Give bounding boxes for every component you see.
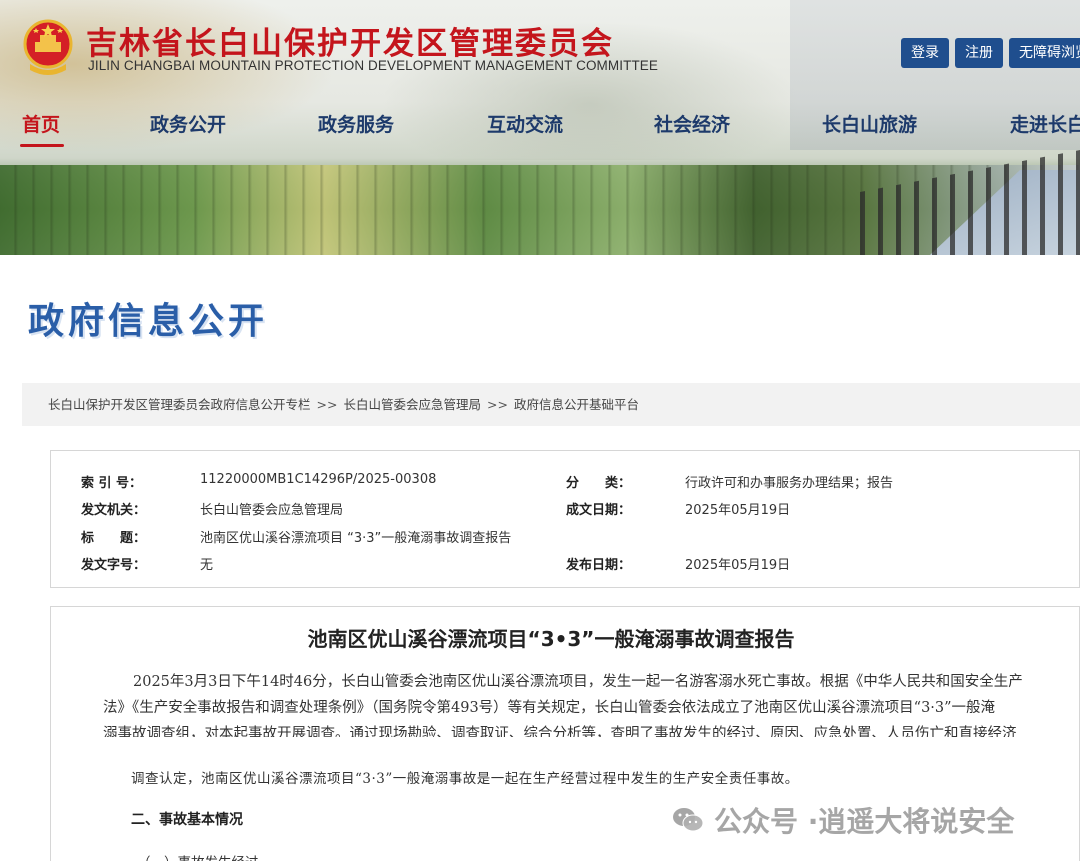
watermark-account-name: 逍遥大将说安全: [818, 805, 1015, 838]
nav-item-economy[interactable]: 社会经济: [654, 110, 730, 137]
published-date-value: 2025年05月19日: [685, 558, 791, 573]
section-heading: 二、事故基本情况: [131, 812, 243, 828]
subsection-heading: （一）事故发生经过: [137, 851, 259, 861]
paragraph-line: 2025年3月3日下午14时46分，长白山管委会池南区优山溪谷漂流项目，发生一起…: [133, 674, 1023, 690]
page-section-title: 政府信息公开: [28, 301, 269, 342]
wechat-watermark: 公众号 · 逍遥大将说安全: [672, 800, 1014, 840]
wechat-icon: [673, 808, 704, 832]
nav-active-indicator: [20, 144, 64, 147]
breadcrumb-separator: >>: [316, 397, 338, 412]
breadcrumb-separator: >>: [486, 397, 508, 412]
nav-item-gov-affairs[interactable]: 政务公开: [150, 110, 226, 137]
main-nav: 首页 政务公开 政务服务 互动交流 社会经济 长白山旅游 走进长白山: [0, 110, 1080, 150]
index-number-value: 11220000MB1C14296P/2025-00308: [200, 472, 437, 487]
nav-item-interaction[interactable]: 互动交流: [487, 110, 563, 137]
breadcrumb-link-bureau[interactable]: 长白山管委会应急管理局: [343, 397, 481, 412]
doc-number-label: 发文字号：: [81, 558, 147, 573]
site-subtitle: JILIN CHANGBAI MOUNTAIN PROTECTION DEVEL…: [88, 58, 659, 73]
accessibility-button[interactable]: 无障碍浏览: [1009, 38, 1080, 68]
doc-title-label: 标 题：: [81, 531, 147, 546]
created-date-label: 成文日期：: [566, 503, 632, 518]
nav-item-tourism[interactable]: 长白山旅游: [822, 110, 917, 137]
paragraph-line-clipped: 溺事故调查组，对本起事故开展调查。通过现场勘验、调查取证、综合分析等，查明了事故…: [103, 726, 1017, 737]
breadcrumb-link-platform[interactable]: 政府信息公开基础平台: [514, 397, 639, 412]
doc-number-value: 无: [200, 558, 214, 573]
top-button-group: 登录 注册 无障碍浏览: [901, 38, 1080, 68]
article-paragraph: 2025年3月3日下午14时46分，长白山管委会池南区优山溪谷漂流项目，发生一起…: [103, 669, 1033, 737]
issuer-value: 长白山管委会应急管理局: [200, 503, 344, 518]
register-button[interactable]: 注册: [955, 38, 1003, 68]
doc-title-value: 池南区优山溪谷漂流项目 “3·3”一般淹溺事故调查报告: [200, 531, 512, 546]
paragraph-line: 法》《生产安全事故报告和调查处理条例》（国务院令第493号）等有关规定，长白山管…: [103, 700, 996, 716]
login-button[interactable]: 登录: [901, 38, 949, 68]
document-meta-panel: 索 引 号： 11220000MB1C14296P/2025-00308 分 类…: [50, 450, 1080, 588]
article-title: 池南区优山溪谷漂流项目“3•3”一般淹溺事故调查报告: [307, 627, 795, 651]
published-date-label: 发布日期：: [566, 558, 632, 573]
watermark-prefix: 公众号 ·: [714, 805, 819, 838]
breadcrumb-link-column[interactable]: 长白山保护开发区管理委员会政府信息公开专栏: [48, 397, 311, 412]
conclusion-text: 调查认定，池南区优山溪谷漂流项目“3·3”一般淹溺事故是一起在生产经营过程中发生…: [131, 771, 799, 787]
category-label: 分 类：: [566, 476, 632, 491]
index-number-label: 索 引 号：: [81, 476, 143, 491]
nav-item-home[interactable]: 首页: [22, 110, 60, 137]
nav-item-gov-services[interactable]: 政务服务: [318, 110, 394, 137]
category-value: 行政许可和办事服务办理结果；报告: [685, 476, 894, 491]
issuer-label: 发文机关：: [81, 503, 147, 518]
national-emblem-icon: [23, 19, 73, 75]
created-date-value: 2025年05月19日: [685, 503, 791, 518]
nav-item-about[interactable]: 走进长白山: [1010, 110, 1080, 137]
site-title: 吉林省长白山保护开发区管理委员会: [86, 26, 614, 62]
breadcrumb: 长白山保护开发区管理委员会政府信息公开专栏 >> 长白山管委会应急管理局 >> 政府信息…: [22, 383, 1080, 426]
